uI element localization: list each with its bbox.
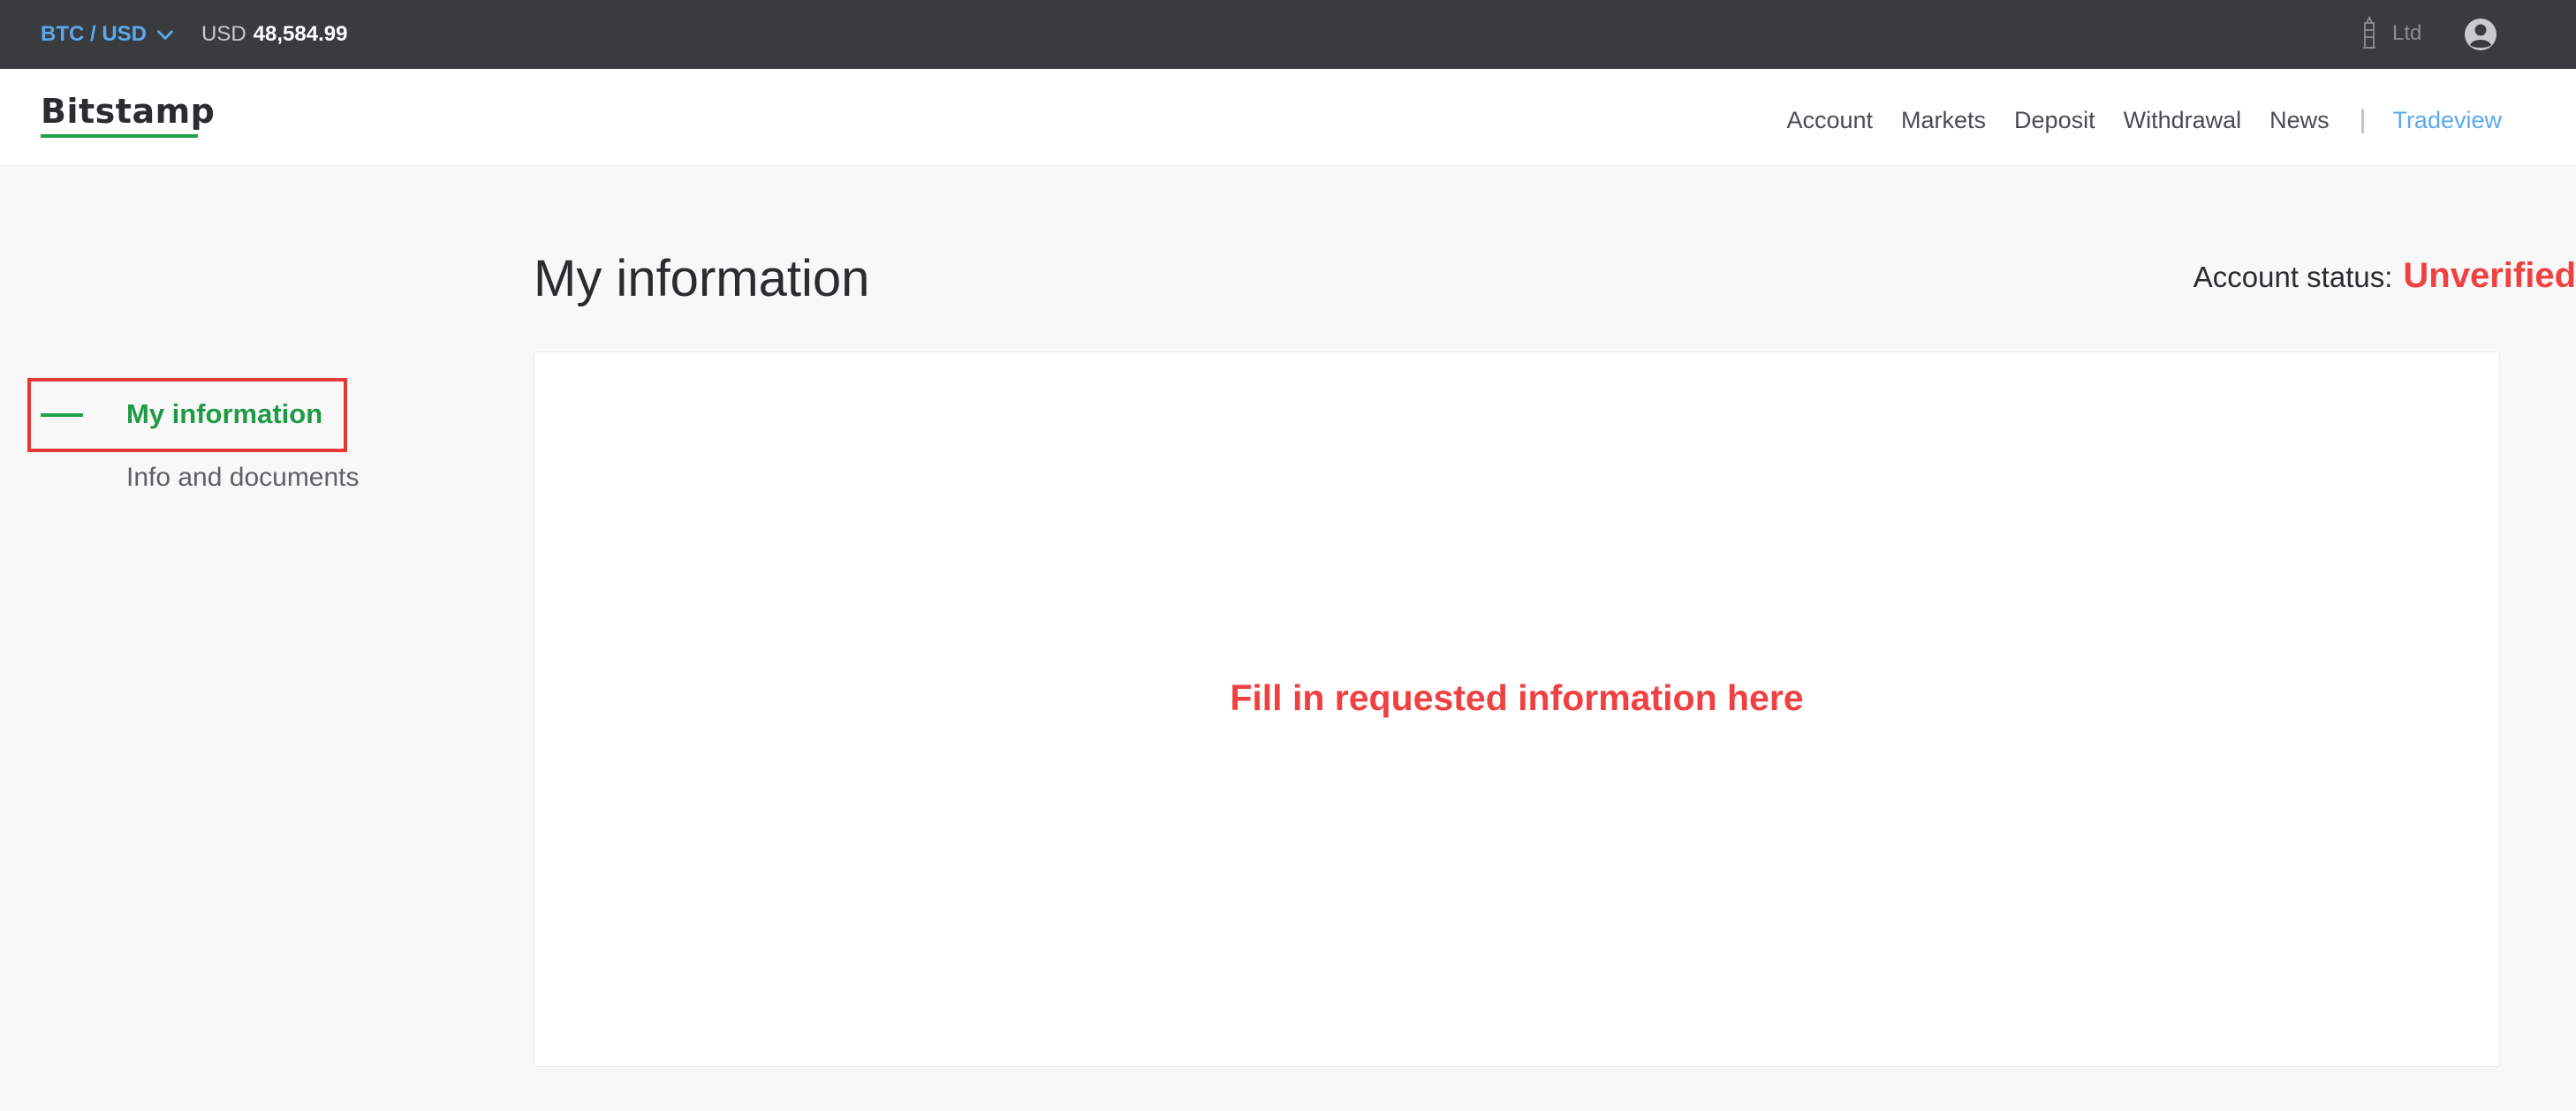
- main-header: Bitstamp Account Markets Deposit Withdra…: [0, 69, 2576, 166]
- nav-deposit[interactable]: Deposit: [2014, 107, 2095, 134]
- entity-selector[interactable]: Ltd: [2359, 16, 2421, 51]
- tower-icon: [2363, 16, 2375, 49]
- entity-label: Ltd: [2392, 21, 2422, 45]
- currency-pair-label: BTC / USD: [41, 22, 147, 46]
- chevron-down-icon: [157, 30, 173, 40]
- panel-placeholder-message: Fill in requested information here: [1230, 677, 1804, 718]
- main-nav: Account Markets Deposit Withdrawal News …: [1758, 99, 2502, 141]
- currency-pair-selector[interactable]: BTC / USD: [41, 19, 177, 49]
- price-value: 48,584.99: [253, 22, 348, 46]
- nav-tradeview[interactable]: Tradeview: [2392, 107, 2502, 134]
- active-item-indicator: [41, 413, 83, 417]
- account-status: Account status: Unverified: [2193, 256, 2576, 296]
- sidebar-item-info-and-documents[interactable]: Info and documents: [126, 463, 360, 493]
- logo-underline: [41, 134, 198, 138]
- nav-markets[interactable]: Markets: [1901, 107, 1986, 134]
- page-title: My information: [534, 250, 870, 307]
- price-currency: USD: [201, 22, 246, 46]
- bitstamp-logo[interactable]: Bitstamp: [41, 92, 215, 131]
- account-status-value: Unverified: [2403, 256, 2576, 295]
- information-panel: Fill in requested information here: [534, 351, 2500, 1067]
- account-status-label: Account status:: [2193, 261, 2393, 293]
- sidebar-item-my-information[interactable]: My information: [126, 398, 322, 430]
- ticker-price: USD 48,584.99: [201, 19, 347, 49]
- nav-account[interactable]: Account: [1786, 107, 1873, 134]
- nav-news[interactable]: News: [2269, 107, 2330, 134]
- nav-divider: |: [2359, 105, 2367, 134]
- nav-withdrawal[interactable]: Withdrawal: [2124, 107, 2242, 134]
- user-circle-icon[interactable]: [2463, 17, 2498, 52]
- top-bar: BTC / USD USD 48,584.99 Ltd: [0, 0, 2576, 69]
